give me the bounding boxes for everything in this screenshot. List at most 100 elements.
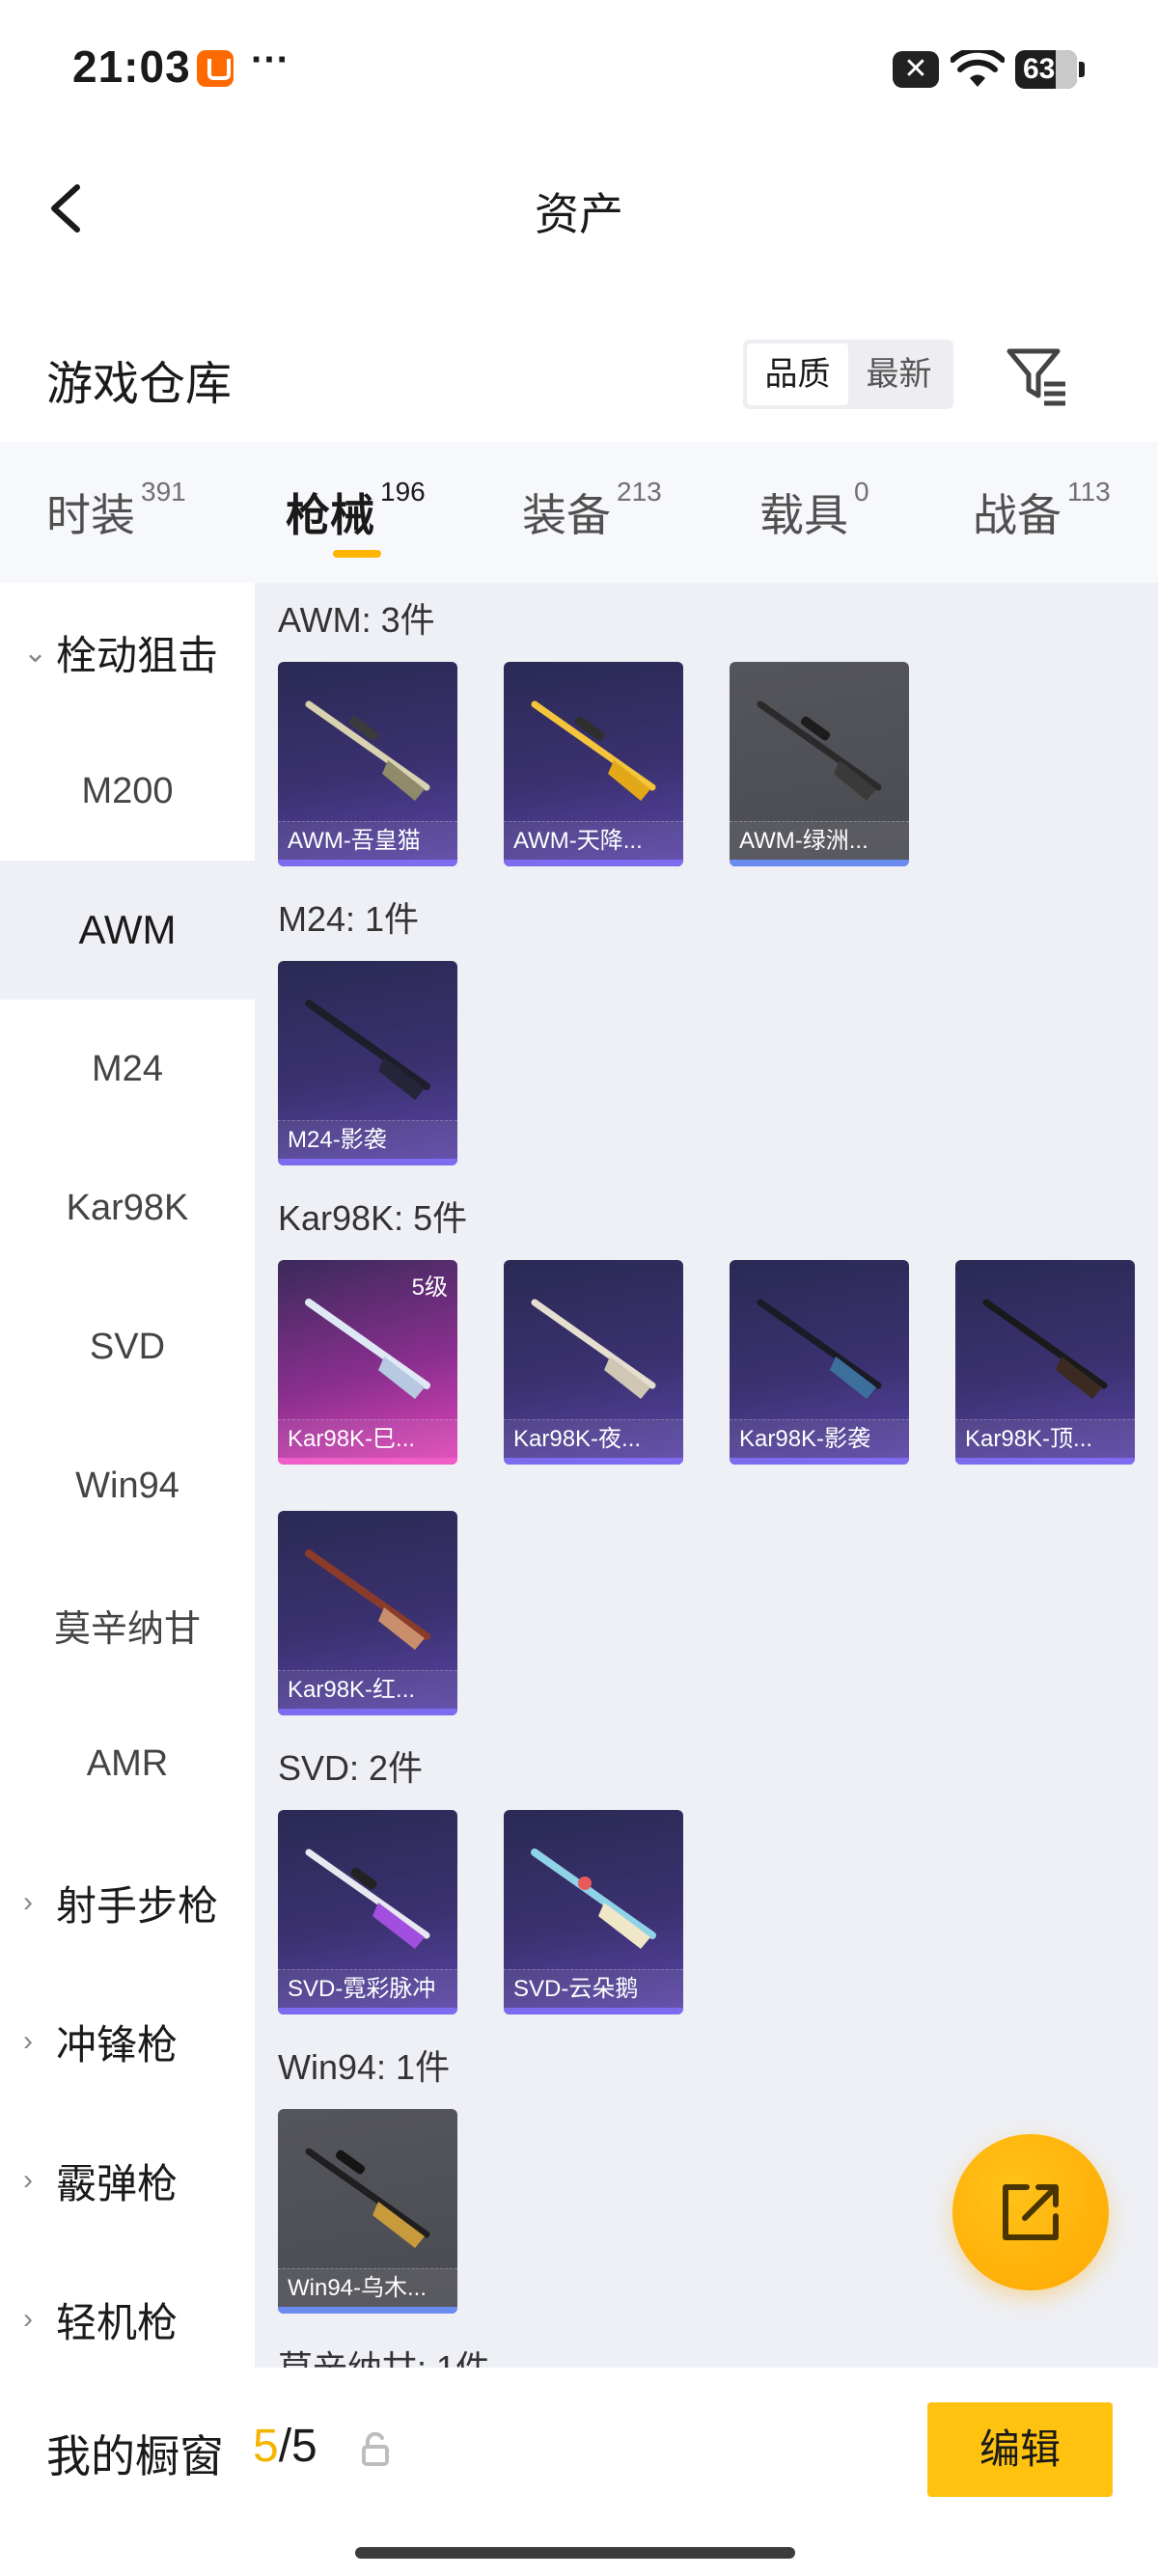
sidebar-group-smg[interactable]: › 冲锋枪 <box>0 1972 255 2111</box>
category-tabs: 时装 391 枪械 196 装备 213 载具 0 战备 113 <box>0 442 1158 583</box>
rarity-bar <box>504 860 683 866</box>
showcase-label: 我的橱窗 <box>46 2431 224 2481</box>
tab-vehicles[interactable]: 载具 0 <box>759 477 869 544</box>
rarity-bar <box>278 1458 457 1465</box>
tab-count: 0 <box>854 477 869 507</box>
home-indicator[interactable] <box>355 2547 795 2559</box>
group-title: Win94: 1件 <box>278 2047 451 2087</box>
sidebar-item-label: 冲锋枪 <box>56 2021 179 2068</box>
weapon-card[interactable]: Kar98K-夜... <box>504 1260 683 1465</box>
app-notification-icon <box>197 50 234 87</box>
rarity-bar <box>278 2008 457 2014</box>
item-level: 5级 <box>411 1274 448 1301</box>
weapon-grid[interactable]: AWM: 3件 AWM-吾皇猫 AWM-天降... AWM-绿洲... M24:… <box>255 583 1158 2368</box>
sidebar-item-kar98k[interactable]: Kar98K <box>0 1138 255 1277</box>
sidebar-item-label: 轻机枪 <box>56 2299 179 2345</box>
sort-toggle: 品质 最新 <box>743 340 953 409</box>
sidebar-item-svd[interactable]: SVD <box>0 1277 255 1416</box>
weapon-name: SVD-霓彩脉冲 <box>278 1969 457 2008</box>
sidebar-item-mosin[interactable]: 莫辛纳甘 <box>0 1555 255 1694</box>
tab-fashion[interactable]: 时装 391 <box>46 477 186 544</box>
weapon-card[interactable]: SVD-云朵鹅 <box>504 1810 683 2014</box>
sidebar-group-shotgun[interactable]: › 霰弹枪 <box>0 2111 255 2250</box>
weapon-name: Kar98K-影袭 <box>730 1419 909 1458</box>
tab-label: 装备 <box>522 490 611 540</box>
weapon-card[interactable]: AWM-绿洲... <box>730 662 909 866</box>
tab-firearms[interactable]: 枪械 196 <box>286 477 426 544</box>
weapon-card[interactable]: Kar98K-红... <box>278 1511 457 1715</box>
sidebar-item-label: 栓动狙击 <box>56 632 219 678</box>
sidebar-item-win94[interactable]: Win94 <box>0 1416 255 1555</box>
tab-label: 时装 <box>46 490 135 540</box>
group-title: Kar98K: 5件 <box>278 1198 468 1238</box>
weapon-name: SVD-云朵鹅 <box>504 1969 683 2008</box>
battery-icon: 63 <box>1015 50 1085 89</box>
sidebar-item-amr[interactable]: AMR <box>0 1694 255 1833</box>
sort-quality-button[interactable]: 品质 <box>747 343 848 405</box>
group-title: M24: 1件 <box>278 899 420 939</box>
tab-label: 载具 <box>759 490 848 540</box>
rarity-bar <box>278 1709 457 1715</box>
sidebar-group-lmg[interactable]: › 轻机枪 <box>0 2250 255 2368</box>
sidebar-group-bolt-sniper[interactable]: ⌄ 栓动狙击 <box>0 583 255 722</box>
tab-equipment[interactable]: 装备 213 <box>522 477 662 544</box>
weapon-name: Kar98K-顶... <box>955 1419 1135 1458</box>
sidebar-group-dmr[interactable]: › 射手步枪 <box>0 1833 255 1972</box>
sidebar-item-label: 射手步枪 <box>56 1882 219 1929</box>
weapon-card[interactable]: SVD-霓彩脉冲 <box>278 1810 457 2014</box>
weapon-card[interactable]: Win94-乌木... <box>278 2109 457 2314</box>
sniper-rifle-icon <box>757 1299 882 1399</box>
weapon-card[interactable]: Kar98K-影袭 <box>730 1260 909 1465</box>
weapon-name: AWM-吾皇猫 <box>278 821 457 860</box>
chevron-right-icon: › <box>23 1886 33 1918</box>
sniper-rifle-icon <box>305 2148 430 2248</box>
group-title: SVD: 2件 <box>278 1748 424 1788</box>
weapon-name: Kar98K-巳... <box>278 1419 457 1458</box>
rarity-bar <box>730 860 909 866</box>
filter-icon[interactable] <box>1004 342 1071 409</box>
page-title: 资产 <box>535 189 623 239</box>
rarity-bar <box>278 860 457 866</box>
sidebar-item-label: 霰弹枪 <box>56 2160 179 2206</box>
sidebar-item-m200[interactable]: M200 <box>0 722 255 861</box>
sidebar-item-label: Kar98K <box>66 1187 189 1228</box>
sniper-rifle-icon <box>305 700 430 801</box>
sniper-rifle-icon <box>305 1549 430 1650</box>
tab-count: 113 <box>1067 477 1111 507</box>
sidebar-item-label: SVD <box>89 1326 166 1367</box>
weapon-card[interactable]: M24-影袭 <box>278 961 457 1165</box>
battery-level: 63 <box>1023 53 1056 85</box>
weapon-name: M24-影袭 <box>278 1120 457 1159</box>
chevron-right-icon: › <box>23 2303 33 2335</box>
chevron-right-icon: › <box>23 2025 33 2057</box>
more-notifications-icon: ··· <box>251 39 290 81</box>
sidebar-item-label: AWM <box>78 907 177 952</box>
sidebar-item-label: Win94 <box>75 1465 179 1506</box>
weapon-name: Kar98K-红... <box>278 1670 457 1709</box>
rarity-bar <box>955 1458 1135 1465</box>
sniper-rifle-icon <box>531 1849 656 1949</box>
tab-count: 196 <box>380 477 426 507</box>
weapon-name: Kar98K-夜... <box>504 1419 683 1458</box>
sidebar-item-awm[interactable]: AWM <box>0 861 255 1000</box>
showcase-bar: 我的橱窗 5/5 编辑 <box>0 2368 1158 2576</box>
weapon-card[interactable]: AWM-天降... <box>504 662 683 866</box>
sidebar-item-m24[interactable]: M24 <box>0 1000 255 1138</box>
share-button[interactable] <box>952 2134 1109 2290</box>
status-bar: 21:03 ··· ✕ 63 <box>0 0 1158 135</box>
weapon-card[interactable]: AWM-吾皇猫 <box>278 662 457 866</box>
wifi-icon <box>951 50 1005 87</box>
sniper-rifle-icon <box>757 700 882 801</box>
section-title: 游戏仓库 <box>46 359 233 410</box>
weapon-name: AWM-天降... <box>504 821 683 860</box>
tab-count: 391 <box>141 477 186 507</box>
tab-tactical[interactable]: 战备 113 <box>973 477 1111 544</box>
sniper-rifle-icon <box>305 1849 430 1949</box>
showcase-count: 5/5 <box>253 2420 317 2473</box>
weapon-card[interactable]: 5级 Kar98K-巳... <box>278 1260 457 1465</box>
showcase-total: 5 <box>291 2421 317 2472</box>
edit-button[interactable]: 编辑 <box>927 2402 1113 2497</box>
weapon-card[interactable]: Kar98K-顶... <box>955 1260 1135 1465</box>
sort-newest-button[interactable]: 最新 <box>848 343 950 405</box>
rarity-bar <box>504 1458 683 1465</box>
